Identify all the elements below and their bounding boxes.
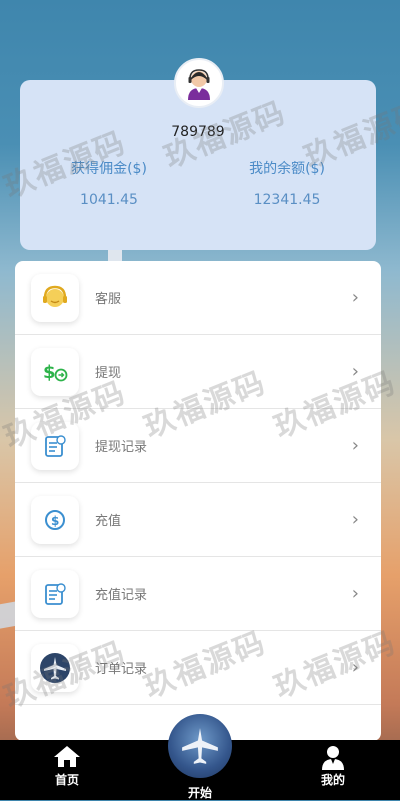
commission-stat: 获得佣金($) 1041.45 bbox=[20, 158, 198, 208]
recharge-record-icon bbox=[31, 569, 79, 618]
menu-item-withdraw[interactable]: $ 提现 › bbox=[15, 335, 381, 409]
menu-list: 客服 › $ 提现 › 提现记录 › $ 充值 › 充值记录 › 订单记录 › bbox=[15, 261, 381, 741]
avatar[interactable] bbox=[174, 58, 224, 108]
menu-item-withdraw-records[interactable]: 提现记录 › bbox=[15, 409, 381, 483]
tab-mine[interactable]: 我的 bbox=[288, 740, 378, 800]
start-label: 开始 bbox=[187, 786, 212, 800]
commission-label: 获得佣金($) bbox=[71, 161, 147, 177]
airplane-icon bbox=[182, 728, 218, 764]
customer-service-icon bbox=[31, 273, 79, 322]
balance-stat: 我的余额($) 12341.45 bbox=[198, 158, 376, 208]
balance-value: 12341.45 bbox=[253, 192, 321, 208]
svg-text:$: $ bbox=[51, 514, 59, 528]
tab-home[interactable]: 首页 bbox=[22, 740, 112, 800]
withdraw-icon: $ bbox=[31, 347, 79, 396]
menu-item-recharge-records[interactable]: 充值记录 › bbox=[15, 557, 381, 631]
tab-mine-label: 我的 bbox=[320, 773, 345, 787]
chevron-right-icon: › bbox=[351, 435, 359, 456]
recharge-icon: $ bbox=[31, 495, 79, 544]
withdraw-record-icon bbox=[31, 421, 79, 470]
menu-item-label: 充值记录 bbox=[95, 588, 148, 603]
chevron-right-icon: › bbox=[351, 361, 359, 382]
menu-item-label: 提现 bbox=[95, 366, 122, 381]
tab-home-label: 首页 bbox=[54, 773, 79, 787]
menu-item-label: 订单记录 bbox=[95, 662, 148, 677]
menu-item-label: 客服 bbox=[95, 292, 122, 307]
order-record-icon bbox=[31, 643, 79, 692]
start-button[interactable] bbox=[168, 714, 232, 778]
username: 789789 bbox=[171, 124, 225, 140]
chevron-right-icon: › bbox=[351, 287, 359, 308]
svg-text:$: $ bbox=[43, 362, 56, 383]
menu-item-label: 提现记录 bbox=[95, 440, 148, 455]
chevron-right-icon: › bbox=[351, 657, 359, 678]
menu-item-order-records[interactable]: 订单记录 › bbox=[15, 631, 381, 705]
balance-label: 我的余额($) bbox=[249, 161, 325, 177]
home-icon bbox=[22, 744, 112, 768]
commission-value: 1041.45 bbox=[80, 192, 138, 208]
user-icon bbox=[288, 744, 378, 770]
agent-avatar-icon bbox=[188, 69, 210, 100]
menu-item-customer-service[interactable]: 客服 › bbox=[15, 261, 381, 335]
menu-item-recharge[interactable]: $ 充值 › bbox=[15, 483, 381, 557]
chevron-right-icon: › bbox=[351, 583, 359, 604]
menu-item-label: 充值 bbox=[95, 514, 122, 529]
chevron-right-icon: › bbox=[351, 509, 359, 530]
